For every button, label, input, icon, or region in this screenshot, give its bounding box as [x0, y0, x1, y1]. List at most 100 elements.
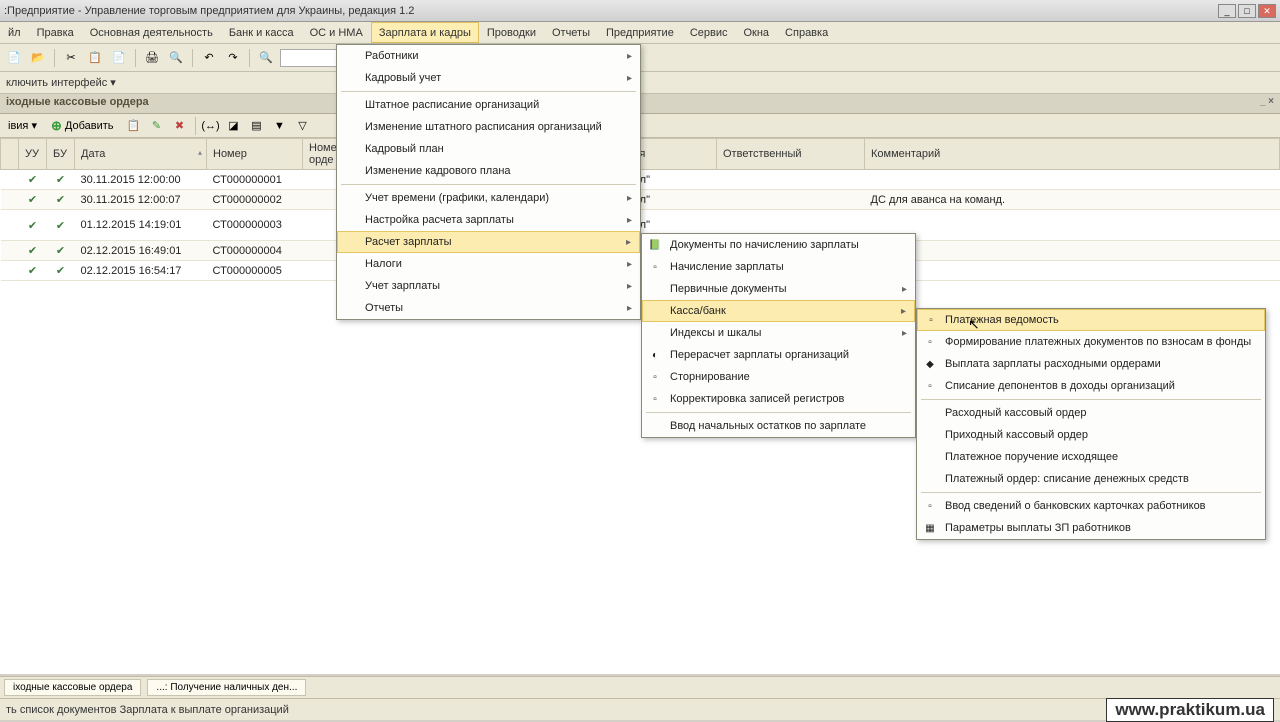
menuitem-отчеты[interactable]: Отчеты [337, 297, 640, 319]
menuitem-параметры-выплаты-зп-работнико[interactable]: ▦Параметры выплаты ЗП работников [917, 517, 1265, 539]
menuitem-изменение-штатного-расписания-[interactable]: Изменение штатного расписания организаци… [337, 116, 640, 138]
menu-справка[interactable]: Справка [777, 22, 836, 43]
copy-row-icon[interactable]: 📋 [124, 116, 144, 136]
menuitem-перерасчет-зарплаты-организаци[interactable]: ◐Перерасчет зарплаты организаций [642, 344, 915, 366]
menuitem-label: Начисление зарплаты [670, 261, 784, 273]
menuitem-ввод-начальных-остатков-по-зар[interactable]: Ввод начальных остатков по зарплате [642, 415, 915, 437]
menuitem-label: Индексы и шкалы [670, 327, 761, 339]
undo-icon[interactable]: ↶ [199, 48, 219, 68]
menuitem-сторнирование[interactable]: ▫Сторнирование [642, 366, 915, 388]
menu-банк-и-касса[interactable]: Банк и касса [221, 22, 302, 43]
menuitem-ввод-сведений-о-банковских-кар[interactable]: ▫Ввод сведений о банковских карточках ра… [917, 495, 1265, 517]
menuitem-label: Расчет зарплаты [365, 236, 452, 248]
menuitem-icon: ▦ [923, 521, 937, 535]
menuitem-label: Формирование платежных документов по взн… [945, 336, 1251, 348]
menuitem-налоги[interactable]: Налоги [337, 253, 640, 275]
refresh-icon[interactable]: (↔) [201, 116, 221, 136]
open-file-icon[interactable]: 📂 [28, 48, 48, 68]
paste-icon[interactable]: 📄 [109, 48, 129, 68]
menuitem-label: Платежная ведомость [945, 314, 1059, 326]
plus-icon: ⊕ [51, 118, 62, 134]
menuitem-изменение-кадрового-плана[interactable]: Изменение кадрового плана [337, 160, 640, 182]
menuitem-label: Ввод начальных остатков по зарплате [670, 420, 866, 432]
menuitem-кадровый-план[interactable]: Кадровый план [337, 138, 640, 160]
menu-ос-и-нма[interactable]: ОС и НМА [302, 22, 371, 43]
minimize-button[interactable]: _ [1218, 4, 1236, 18]
menuitem-платежная-ведомость[interactable]: ▫Платежная ведомость [917, 309, 1265, 331]
edit-icon[interactable]: ✎ [147, 116, 167, 136]
menuitem-формирование-платежных-докумен[interactable]: ▫Формирование платежных документов по вз… [917, 331, 1265, 353]
menuitem-документы-по-начислению-зарпла[interactable]: 📗Документы по начислению зарплаты [642, 234, 915, 256]
new-file-icon[interactable]: 📄 [4, 48, 24, 68]
menuitem-списание-депонентов-в-доходы-о[interactable]: ▫Списание депонентов в доходы организаци… [917, 375, 1265, 397]
menuitem-label: Касса/банк [670, 305, 726, 317]
menuitem-настройка-расчета-зарплаты[interactable]: Настройка расчета зарплаты [337, 209, 640, 231]
copy-icon[interactable]: 📋 [85, 48, 105, 68]
menuitem-label: Расходный кассовый ордер [945, 407, 1086, 419]
col-Комментарий[interactable]: Комментарий [865, 139, 1280, 170]
menuitem-учет-зарплаты[interactable]: Учет зарплаты [337, 275, 640, 297]
print-icon[interactable]: 🖨 [142, 48, 162, 68]
menuitem-label: Платежное поручение исходящее [945, 451, 1118, 463]
menuitem-касса-банк[interactable]: Касса/банк [642, 300, 915, 322]
cut-icon[interactable]: ✂ [61, 48, 81, 68]
menuitem-расходный-кассовый-ордер[interactable]: Расходный кассовый ордер [917, 402, 1265, 424]
col-Дата[interactable]: Дата▴ [75, 139, 207, 170]
filter-icon[interactable]: ◪ [224, 116, 244, 136]
menuitem-label: Первичные документы [670, 283, 787, 295]
status-bar: іходные кассовые ордера ...: Получение на… [0, 676, 1280, 698]
menuitem-label: Учет времени (графики, календари) [365, 192, 549, 204]
menu-проводки[interactable]: Проводки [479, 22, 544, 43]
menuitem-платежный-ордер-списание-денеж[interactable]: Платежный ордер: списание денежных средс… [917, 468, 1265, 490]
menu-сервис[interactable]: Сервис [682, 22, 736, 43]
funnel-icon[interactable]: ▼ [270, 116, 290, 136]
menu-основная-деятельность[interactable]: Основная деятельность [82, 22, 221, 43]
add-button[interactable]: ⊕ Добавить [44, 116, 121, 136]
status-tab[interactable]: іходные кассовые ордера [4, 679, 141, 696]
menu-зарплата-и-кадры[interactable]: Зарплата и кадры [371, 22, 479, 43]
menuitem-label: Кадровый учет [365, 72, 441, 84]
menuitem-приходный-кассовый-ордер[interactable]: Приходный кассовый ордер [917, 424, 1265, 446]
col-Номер[interactable]: Номер [207, 139, 303, 170]
menuitem-индексы-и-шкалы[interactable]: Индексы и шкалы [642, 322, 915, 344]
menuitem-платежное-поручение-исходящее[interactable]: Платежное поручение исходящее [917, 446, 1265, 468]
status-tab[interactable]: ...: Получение наличных ден... [147, 679, 306, 696]
menu-йл[interactable]: йл [0, 22, 29, 43]
menu-предприятие[interactable]: Предприятие [598, 22, 682, 43]
menuitem-первичные-документы[interactable]: Первичные документы [642, 278, 915, 300]
menuitem-label: Изменение кадрового плана [365, 165, 511, 177]
url-watermark: www.praktikum.ua [1106, 698, 1274, 722]
menuitem-кадровый-учет[interactable]: Кадровый учет [337, 67, 640, 89]
menuitem-label: Налоги [365, 258, 402, 270]
col-Ответственный[interactable]: Ответственный [717, 139, 865, 170]
search-icon[interactable]: 🔍 [256, 48, 276, 68]
col-БУ[interactable]: БУ [47, 139, 75, 170]
sort-icon-tb[interactable]: ▤ [247, 116, 267, 136]
col-УУ[interactable]: УУ [19, 139, 47, 170]
menuitem-начисление-зарплаты[interactable]: ▫Начисление зарплаты [642, 256, 915, 278]
menu-отчеты[interactable]: Отчеты [544, 22, 598, 43]
col-icon[interactable] [1, 139, 19, 170]
actions-dropdown[interactable]: івия ▾ [4, 119, 41, 132]
menu-bar: йлПравкаОсновная деятельностьБанк и касс… [0, 22, 1280, 44]
close-button[interactable]: ✕ [1258, 4, 1276, 18]
menuitem-label: Кадровый план [365, 143, 444, 155]
menuitem-label: Перерасчет зарплаты организаций [670, 349, 849, 361]
delete-icon[interactable]: ✖ [170, 116, 190, 136]
maximize-button[interactable]: □ [1238, 4, 1256, 18]
menuitem-корректировка-записей-регистро[interactable]: ▫Корректировка записей регистров [642, 388, 915, 410]
menuitem-label: Платежный ордер: списание денежных средс… [945, 473, 1189, 485]
preview-icon[interactable]: 🔍 [166, 48, 186, 68]
menuitem-расчет-зарплаты[interactable]: Расчет зарплаты [337, 231, 640, 253]
menuitem-label: Приходный кассовый ордер [945, 429, 1088, 441]
menu-окна[interactable]: Окна [735, 22, 777, 43]
menuitem-работники[interactable]: Работники [337, 45, 640, 67]
menuitem-штатное-расписание-организаций[interactable]: Штатное расписание организаций [337, 94, 640, 116]
redo-icon[interactable]: ↷ [223, 48, 243, 68]
menuitem-учет-времени-графики-календари[interactable]: Учет времени (графики, календари) [337, 187, 640, 209]
menuitem-выплата-зарплаты-расходными-ор[interactable]: ◆Выплата зарплаты расходными ордерами [917, 353, 1265, 375]
menu-правка[interactable]: Правка [29, 22, 82, 43]
doc-close-icon[interactable]: _ × [1260, 96, 1274, 107]
window-controls: _ □ ✕ [1218, 4, 1276, 18]
funnel-off-icon[interactable]: ▽ [293, 116, 313, 136]
